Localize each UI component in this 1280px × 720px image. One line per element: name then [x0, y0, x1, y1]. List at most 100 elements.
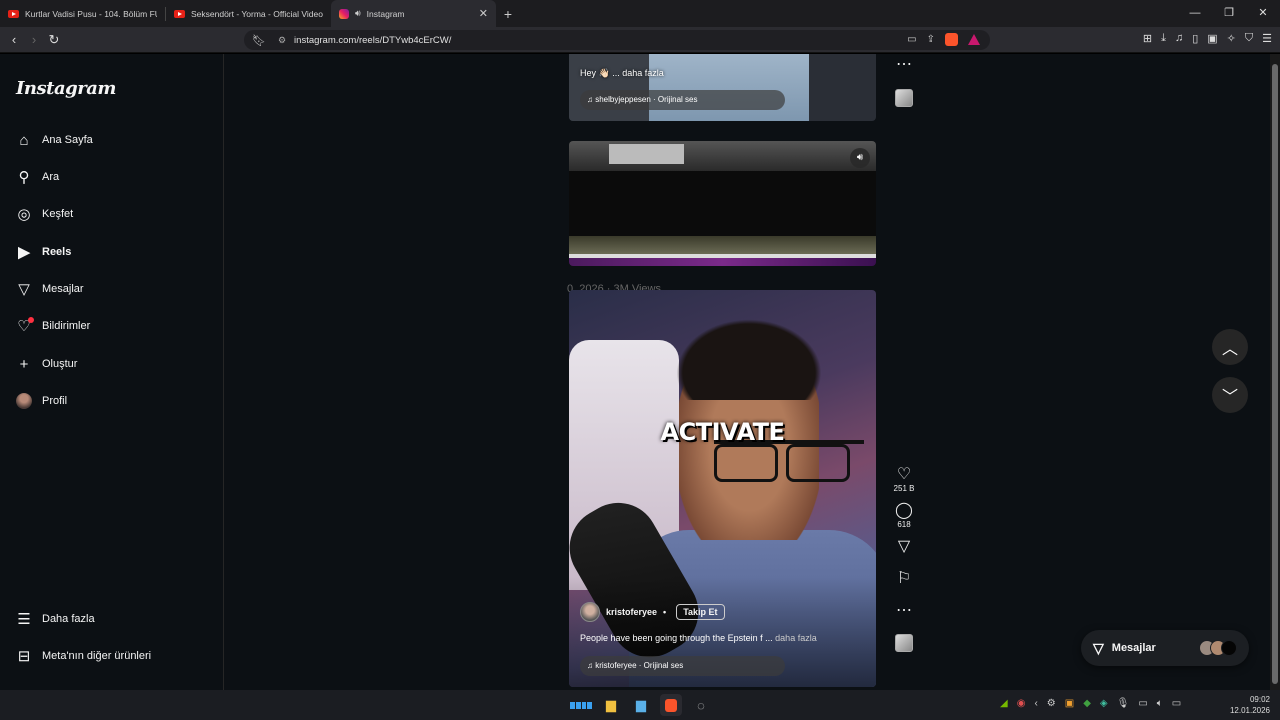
instagram-logo[interactable]: Instagram: [16, 78, 116, 99]
comment-button[interactable]: ◯ 618: [890, 502, 918, 529]
new-tab-button[interactable]: +: [496, 6, 520, 22]
like-button[interactable]: ♡ 251 B: [890, 466, 918, 493]
download-icon[interactable]: ⤓: [1161, 32, 1166, 45]
messages-label: Mesajlar: [1111, 642, 1156, 654]
browser-tabbar: Kurtlar Vadisi Pusu - 104. Bölüm FULL Se…: [0, 0, 1280, 27]
obs-icon[interactable]: ◌: [690, 694, 712, 716]
sidebar-toggle-icon[interactable]: ▯: [1192, 32, 1198, 45]
volume-icon[interactable]: 🔊︎: [850, 148, 870, 168]
sidebar-item-meta[interactable]: ⊟ Meta'nın diğer ürünleri: [16, 646, 151, 666]
taskbar-apps: ▆ ▆ ◌: [570, 694, 712, 716]
maximize-button[interactable]: ❐: [1212, 0, 1246, 27]
url-text[interactable]: instagram.com/reels/DTYwb4cErCW/: [294, 35, 451, 46]
sidebar-item-notifications[interactable]: ♡ Bildirimler: [16, 316, 90, 336]
tab-title: Kurtlar Vadisi Pusu - 104. Bölüm FULL: [25, 8, 157, 19]
sidebar-item-messages[interactable]: ▽ Mesajlar: [16, 279, 83, 299]
close-window-button[interactable]: ✕: [1246, 0, 1280, 27]
scroll-down-button[interactable]: ﹀: [1212, 377, 1248, 413]
file-explorer-icon[interactable]: ▆: [600, 694, 622, 716]
audio-thumb-button[interactable]: [890, 634, 918, 652]
sidebar-item-search[interactable]: ⚲ Ara: [16, 167, 60, 187]
tray-app-icon[interactable]: ▣: [1065, 698, 1074, 709]
tab-search-icon[interactable]: ⊞: [1143, 32, 1152, 45]
brave-browser-icon[interactable]: [660, 694, 682, 716]
bookmark-icon[interactable]: 🔖︎: [252, 34, 266, 47]
minimize-button[interactable]: —: [1178, 0, 1212, 27]
sidebar-item-explore[interactable]: ◎ Keşfet: [16, 204, 73, 224]
start-button[interactable]: [570, 694, 592, 716]
wallet-icon[interactable]: ▣: [1207, 32, 1217, 45]
sidebar-item-more[interactable]: ☰ Daha fazla: [16, 609, 94, 629]
page-scrollbar[interactable]: [1270, 54, 1280, 690]
scrollbar-thumb[interactable]: [1272, 64, 1278, 684]
sidebar-item-label: Reels: [42, 246, 72, 258]
leo-ai-icon[interactable]: ✧: [1227, 32, 1236, 45]
browser-toolbar: ‹ › ↻ 🔖︎ ⚙︎ instagram.com/reels/DTYwb4cE…: [0, 27, 1280, 53]
menu-icon[interactable]: ☰: [1262, 32, 1272, 45]
more-icon: ⋯: [896, 602, 912, 619]
photos-icon[interactable]: ▆: [630, 694, 652, 716]
forward-button[interactable]: ›: [24, 32, 44, 47]
reel-caption[interactable]: Hey 👋🏻 ... daha fazla: [580, 68, 664, 79]
sidebar-item-profile[interactable]: Profil: [16, 391, 67, 411]
share-icon[interactable]: ⇪: [927, 34, 935, 45]
scroll-up-button[interactable]: ︿: [1212, 329, 1248, 365]
share-button[interactable]: ▽: [890, 538, 918, 556]
volume-icon[interactable]: 🔈︎: [1157, 698, 1163, 709]
brave-rewards-icon[interactable]: [968, 34, 980, 45]
more-link[interactable]: daha fazla: [775, 633, 817, 643]
tray-app-icon[interactable]: ⚙︎: [1047, 698, 1056, 709]
tab-instagram[interactable]: 🔊︎ Instagram ✕: [331, 0, 496, 27]
sidebar-item-create[interactable]: + Oluştur: [16, 354, 78, 374]
reel-audio-link[interactable]: ♫ shelbyjeppesen · Orijinal ses: [580, 90, 785, 110]
audio-thumb-button[interactable]: [890, 89, 918, 107]
reel-caption[interactable]: People have been going through the Epste…: [580, 633, 817, 643]
tray-app-icon[interactable]: ◈: [1100, 698, 1108, 709]
like-count: 251 B: [893, 484, 915, 493]
save-button[interactable]: ⚐: [890, 570, 918, 588]
battery-icon[interactable]: ▭: [1172, 698, 1181, 709]
address-bar[interactable]: 🔖︎ ⚙︎ instagram.com/reels/DTYwb4cErCW/ ▭…: [244, 30, 990, 50]
video-frame: [649, 54, 809, 121]
sidebar-item-home[interactable]: ⌂ Ana Sayfa: [16, 130, 92, 150]
tab-kurtlar-vadisi[interactable]: Kurtlar Vadisi Pusu - 104. Bölüm FULL: [0, 0, 165, 27]
reel-audio-link[interactable]: ♫ kristoferyee · Orijinal ses: [580, 656, 785, 676]
more-options-button[interactable]: ⋯: [890, 602, 918, 620]
reel-username[interactable]: kristoferyee: [606, 607, 657, 617]
back-button[interactable]: ‹: [4, 32, 24, 47]
more-options-button[interactable]: ⋯: [890, 56, 918, 74]
reel-video-current[interactable]: ACTIVATE kristoferyee • Takip Et People …: [569, 290, 876, 687]
reload-button[interactable]: ↻: [44, 32, 64, 48]
plus-icon: +: [19, 355, 29, 373]
speaker-icon[interactable]: 🔊︎: [355, 8, 361, 19]
reel-video-previous[interactable]: Hey 👋🏻 ... daha fazla ♫ shelbyjeppesen ·…: [569, 54, 876, 121]
youtube-icon: [174, 9, 185, 18]
microphone-icon[interactable]: 🎙︎: [1117, 698, 1130, 709]
video-frame: [609, 144, 684, 164]
tray-app-icon[interactable]: ◆: [1083, 698, 1091, 709]
messages-pill[interactable]: ▽ Mesajlar: [1081, 630, 1249, 666]
close-tab-icon[interactable]: ✕: [479, 7, 488, 20]
bookmark-icon: ⚐: [896, 570, 912, 587]
taskbar-clock[interactable]: 09:02 12.01.2026: [1230, 694, 1270, 716]
brave-shields-icon[interactable]: [945, 33, 958, 46]
media-icon[interactable]: ♫: [1175, 32, 1183, 45]
reel-actions-previous: ⋯: [890, 56, 918, 107]
chevron-up-icon: ︿: [1221, 341, 1238, 358]
site-info-icon[interactable]: ⚙︎: [278, 35, 286, 46]
reel-video-middle[interactable]: 🔊︎: [569, 141, 876, 266]
vpn-icon[interactable]: ⛉: [1245, 32, 1253, 45]
sidebar-item-label: Ara: [42, 171, 60, 183]
tray-app-icon[interactable]: ‹: [1034, 698, 1037, 709]
message-avatars: [1199, 640, 1237, 656]
nvidia-icon[interactable]: ◢: [1000, 698, 1008, 709]
tab-seksendort[interactable]: Seksendört - Yorma - Official Video: [166, 0, 331, 27]
cast-icon[interactable]: ▭: [907, 34, 916, 45]
avatar[interactable]: [580, 602, 600, 622]
clock-time: 09:02: [1249, 695, 1270, 704]
display-icon[interactable]: ▭: [1138, 698, 1147, 709]
tray-app-icon[interactable]: ◉: [1017, 698, 1026, 709]
sidebar-item-reels[interactable]: ▶ Reels: [16, 242, 71, 262]
follow-button[interactable]: Takip Et: [676, 604, 725, 620]
comment-count: 618: [897, 520, 911, 529]
